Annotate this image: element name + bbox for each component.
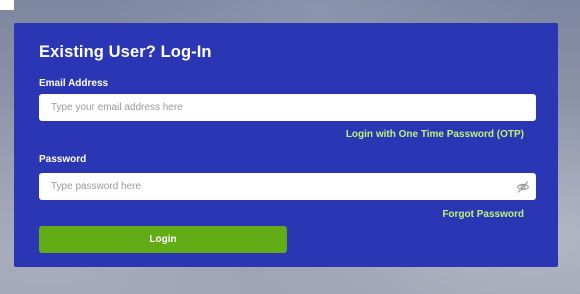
page-edge [0, 0, 14, 10]
eye-off-icon[interactable] [516, 180, 530, 194]
card-title: Existing User? Log-In [39, 43, 212, 61]
password-input[interactable] [39, 173, 536, 200]
email-input[interactable] [39, 94, 536, 121]
email-label: Email Address [39, 78, 109, 89]
otp-login-link[interactable]: Login with One Time Password (OTP) [346, 129, 524, 140]
forgot-password-link[interactable]: Forgot Password [442, 209, 524, 220]
password-label: Password [39, 154, 87, 165]
login-button[interactable]: Login [39, 226, 287, 253]
login-card: Existing User? Log-In Email Address Logi… [14, 23, 558, 267]
login-page: Existing User? Log-In Email Address Logi… [0, 0, 580, 294]
eye-off-icon-graphic [516, 181, 530, 193]
